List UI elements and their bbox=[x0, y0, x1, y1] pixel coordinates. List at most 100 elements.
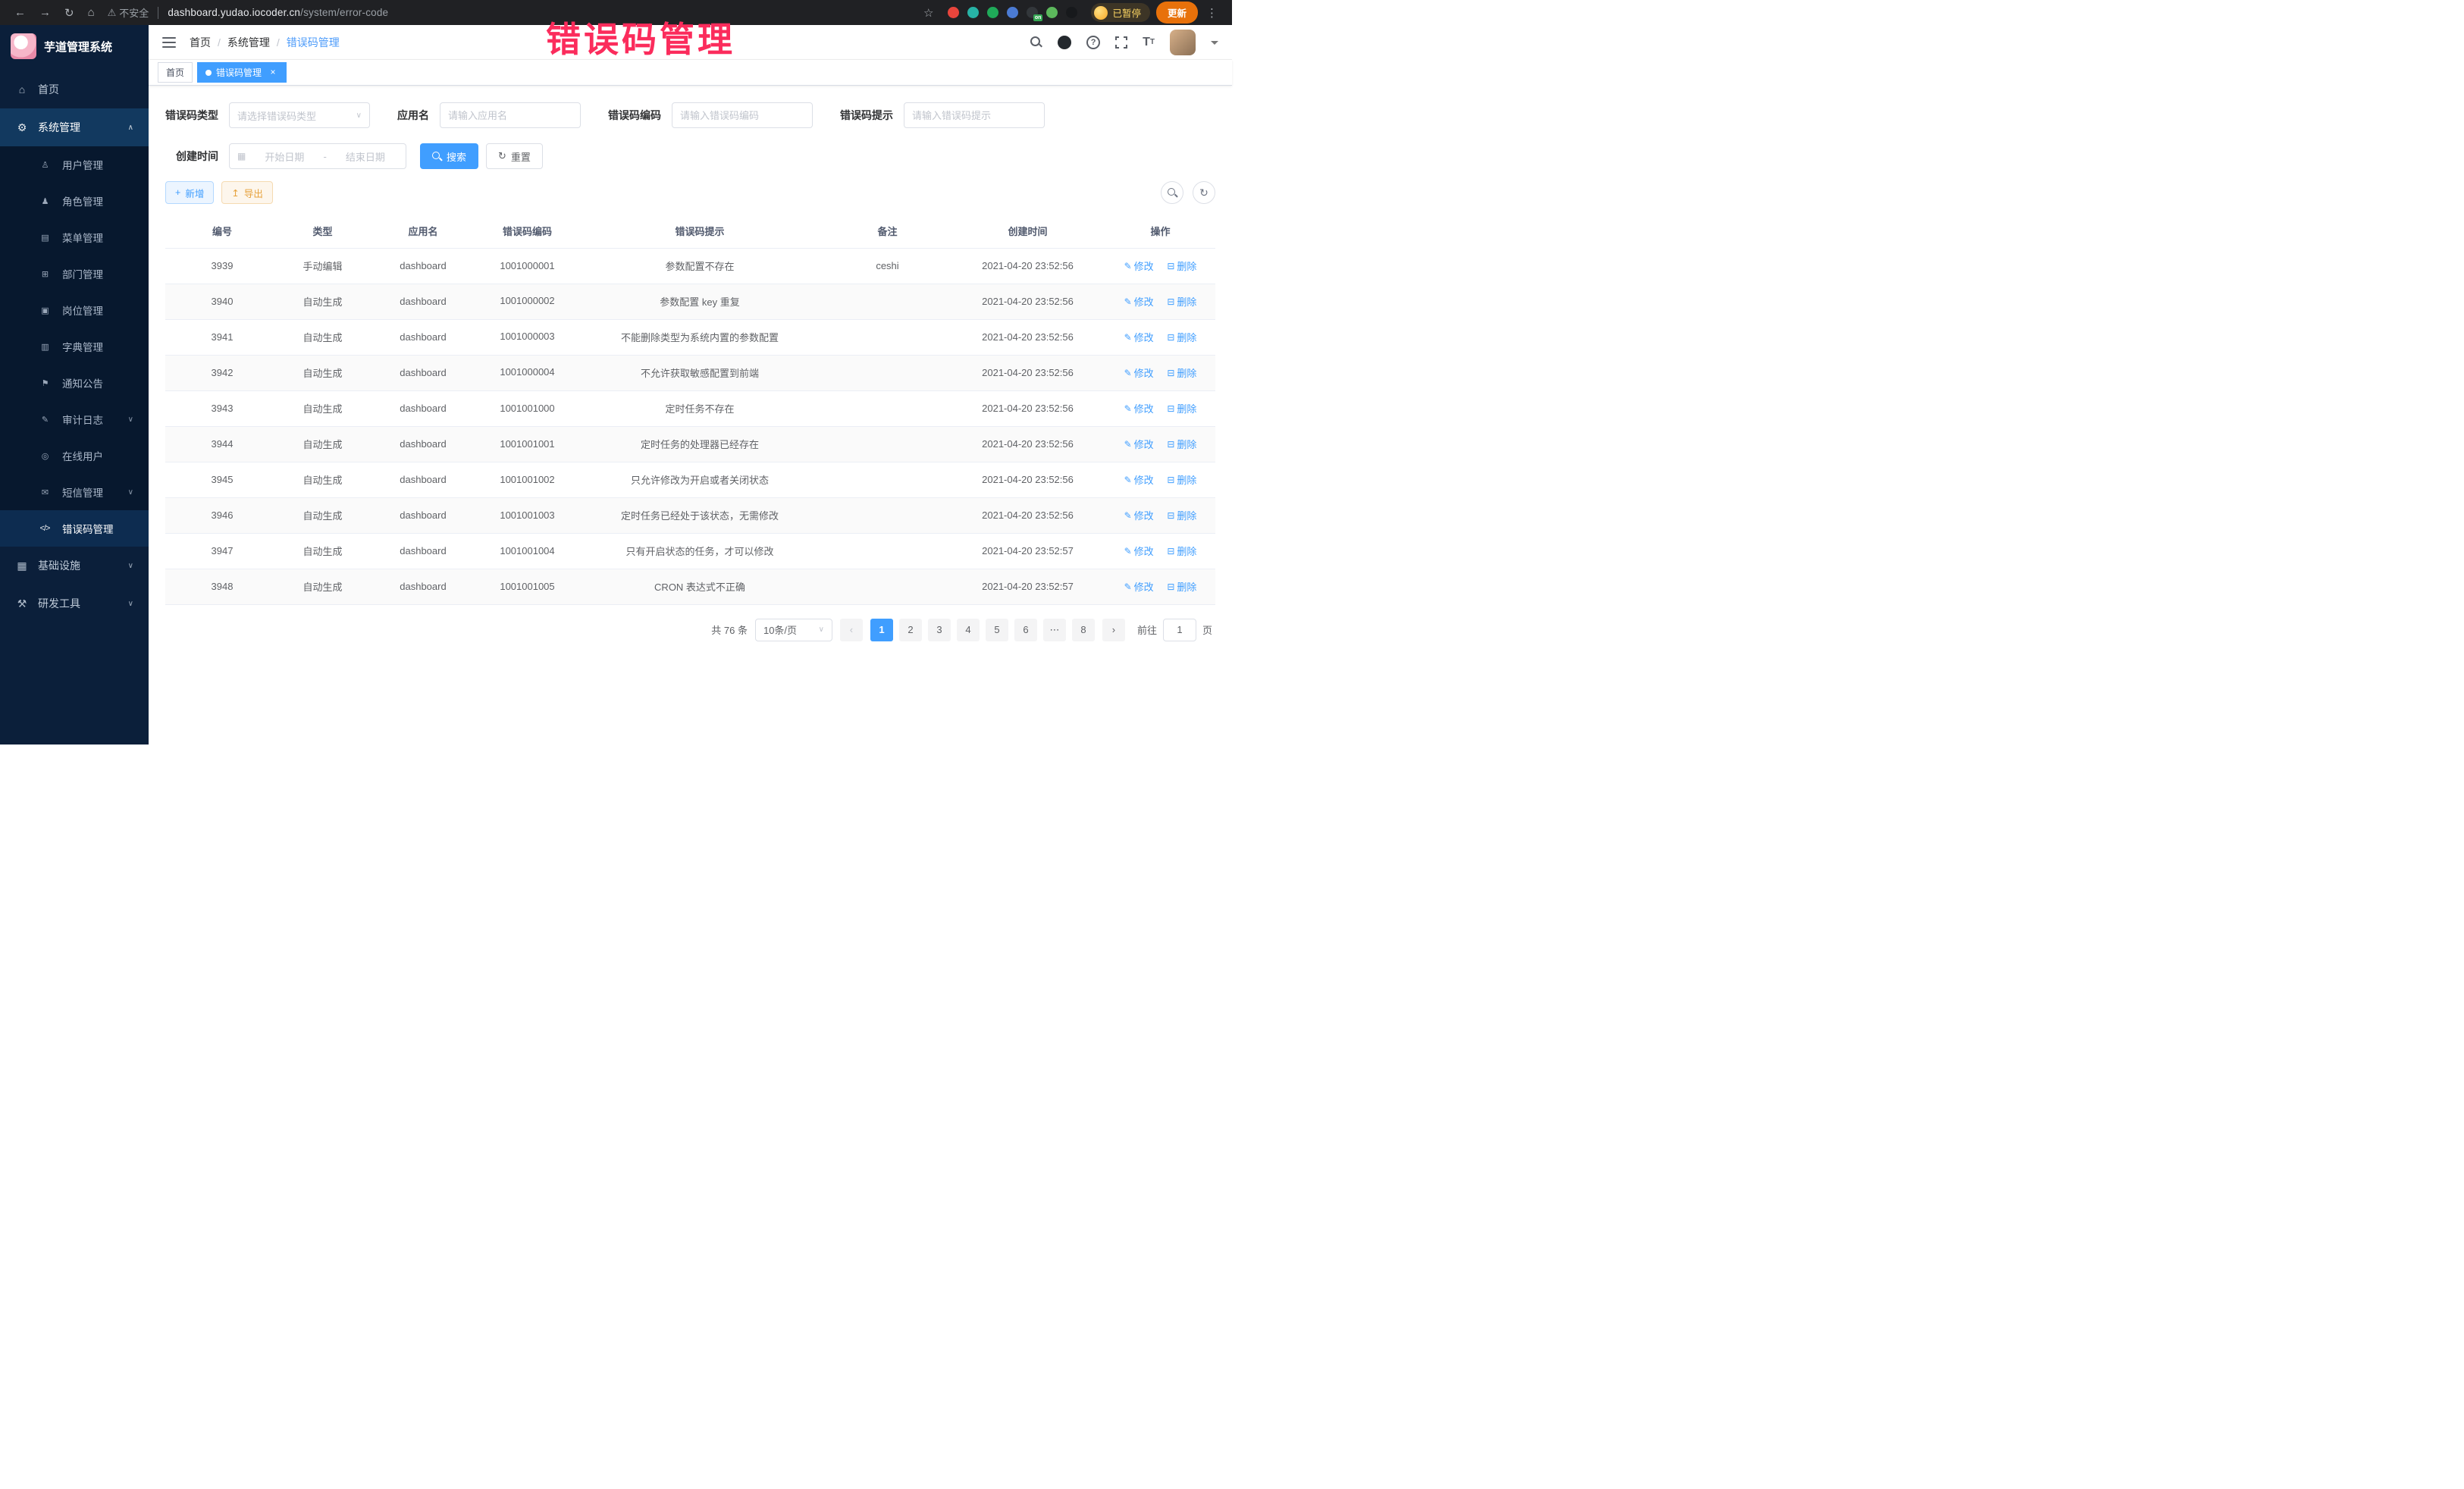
sidebar-item-error-code-management[interactable]: </> 错误码管理 bbox=[0, 510, 149, 547]
extension-leaf-icon[interactable] bbox=[1046, 7, 1058, 18]
cell-app: dashboard bbox=[366, 319, 480, 355]
page-button[interactable]: 5 bbox=[986, 619, 1008, 641]
edit-link[interactable]: ✎修改 bbox=[1124, 401, 1154, 415]
edit-link[interactable]: ✎修改 bbox=[1124, 294, 1154, 309]
refresh-table-button[interactable]: ↻ bbox=[1193, 181, 1215, 204]
fullscreen-icon[interactable] bbox=[1115, 36, 1127, 49]
notice-icon: ⚑ bbox=[35, 378, 55, 388]
forward-icon[interactable]: → bbox=[33, 6, 58, 19]
tab-0[interactable]: 首页 bbox=[158, 62, 193, 83]
date-range-picker[interactable]: ▦ 开始日期 - 结束日期 bbox=[229, 143, 406, 169]
search-icon[interactable] bbox=[1030, 36, 1042, 49]
sidebar-item-dev-tools[interactable]: ⚒ 研发工具 ∨ bbox=[0, 585, 149, 622]
delete-link[interactable]: ⊟删除 bbox=[1167, 330, 1196, 344]
edit-link[interactable]: ✎修改 bbox=[1124, 472, 1154, 487]
delete-link[interactable]: ⊟删除 bbox=[1167, 437, 1196, 451]
cell-remark bbox=[825, 355, 950, 390]
github-icon[interactable] bbox=[1058, 36, 1071, 49]
cell-remark bbox=[825, 390, 950, 426]
page-button[interactable]: 2 bbox=[899, 619, 922, 641]
delete-link[interactable]: ⊟删除 bbox=[1167, 294, 1196, 309]
browser-menu-icon[interactable]: ⋮ bbox=[1199, 6, 1224, 20]
cell-message: 参数配置 key 重复 bbox=[575, 284, 825, 319]
delete-link[interactable]: ⊟删除 bbox=[1167, 365, 1196, 380]
reload-icon[interactable]: ↻ bbox=[58, 6, 81, 20]
cell-created: 2021-04-20 23:52:57 bbox=[950, 533, 1105, 569]
edit-link[interactable]: ✎修改 bbox=[1124, 508, 1154, 522]
extension-blue-grid-icon[interactable] bbox=[1007, 7, 1018, 18]
page-ellipsis[interactable]: ⋯ bbox=[1043, 619, 1066, 641]
error-code-input[interactable] bbox=[672, 103, 812, 127]
delete-link[interactable]: ⊟删除 bbox=[1167, 401, 1196, 415]
url-bar[interactable]: dashboard.yudao.iocoder.cn/system/error-… bbox=[168, 7, 388, 18]
goto-page-input[interactable] bbox=[1163, 619, 1196, 641]
app-name-input[interactable] bbox=[440, 103, 580, 127]
breadcrumb-home[interactable]: 首页 bbox=[190, 35, 211, 50]
page-button[interactable]: 6 bbox=[1014, 619, 1037, 641]
sidebar-item-home[interactable]: ⌂ 首页 bbox=[0, 71, 149, 108]
reset-button[interactable]: ↻ 重置 bbox=[486, 143, 543, 169]
next-page-button[interactable]: › bbox=[1102, 619, 1125, 641]
page-button[interactable]: 8 bbox=[1072, 619, 1095, 641]
edit-link[interactable]: ✎修改 bbox=[1124, 579, 1154, 594]
prev-page-button[interactable]: ‹ bbox=[840, 619, 863, 641]
edit-link[interactable]: ✎修改 bbox=[1124, 259, 1154, 273]
sidebar-item-department-management[interactable]: ⊞ 部门管理 bbox=[0, 255, 149, 292]
back-icon[interactable]: ← bbox=[8, 6, 33, 19]
edit-icon: ✎ bbox=[1124, 581, 1132, 592]
sidebar-item-post-management[interactable]: ▣ 岗位管理 bbox=[0, 292, 149, 328]
sidebar-item-role-management[interactable]: ♟ 角色管理 bbox=[0, 183, 149, 219]
tab-close-icon[interactable]: × bbox=[268, 67, 278, 78]
extension-teal-icon[interactable] bbox=[967, 7, 979, 18]
browser-update-button[interactable]: 更新 bbox=[1156, 2, 1198, 24]
extension-red-icon[interactable] bbox=[948, 7, 959, 18]
breadcrumb-system[interactable]: 系统管理 bbox=[227, 35, 270, 50]
sidebar-item-menu-management[interactable]: ▤ 菜单管理 bbox=[0, 219, 149, 255]
delete-link[interactable]: ⊟删除 bbox=[1167, 472, 1196, 487]
sidebar-item-sms-management[interactable]: ✉ 短信管理 ∨ bbox=[0, 474, 149, 510]
delete-link[interactable]: ⊟删除 bbox=[1167, 508, 1196, 522]
extension-dark-on-icon[interactable]: on bbox=[1027, 7, 1038, 18]
export-button[interactable]: ↥ 导出 bbox=[221, 181, 273, 204]
extension-green-check-icon[interactable] bbox=[987, 7, 998, 18]
sidebar-item-dict-management[interactable]: ▥ 字典管理 bbox=[0, 328, 149, 365]
cell-id: 3940 bbox=[165, 284, 279, 319]
add-button[interactable]: + 新增 bbox=[165, 181, 214, 204]
delete-link[interactable]: ⊟删除 bbox=[1167, 259, 1196, 273]
sidebar-item-infrastructure[interactable]: ▦ 基础设施 ∨ bbox=[0, 547, 149, 585]
tab-1-active[interactable]: 错误码管理 × bbox=[197, 62, 287, 83]
profile-paused-badge[interactable]: 已暂停 bbox=[1091, 3, 1150, 22]
sidebar-item-online-users[interactable]: ◎ 在线用户 bbox=[0, 437, 149, 474]
sidebar-item-system-management[interactable]: ⚙ 系统管理 ∧ bbox=[0, 108, 149, 146]
cell-id: 3943 bbox=[165, 390, 279, 426]
help-icon[interactable]: ? bbox=[1086, 36, 1100, 49]
page-button[interactable]: 3 bbox=[928, 619, 951, 641]
user-avatar[interactable] bbox=[1170, 30, 1196, 55]
font-size-icon[interactable]: TT bbox=[1143, 36, 1155, 49]
page-button[interactable]: 4 bbox=[957, 619, 980, 641]
page-button-active[interactable]: 1 bbox=[870, 619, 893, 641]
sidebar-item-user-management[interactable]: ♙ 用户管理 bbox=[0, 146, 149, 183]
edit-link[interactable]: ✎修改 bbox=[1124, 365, 1154, 380]
edit-link[interactable]: ✎修改 bbox=[1124, 330, 1154, 344]
show-search-toggle-button[interactable] bbox=[1161, 181, 1183, 204]
edit-link[interactable]: ✎修改 bbox=[1124, 544, 1154, 558]
edit-link[interactable]: ✎修改 bbox=[1124, 437, 1154, 451]
sidebar-item-notice-announcement[interactable]: ⚑ 通知公告 bbox=[0, 365, 149, 401]
cell-created: 2021-04-20 23:52:56 bbox=[950, 284, 1105, 319]
error-type-select[interactable]: 请选择错误码类型 ∨ bbox=[229, 102, 370, 128]
site-security[interactable]: ⚠ 不安全 bbox=[108, 5, 149, 20]
delete-link[interactable]: ⊟删除 bbox=[1167, 579, 1196, 594]
caret-down-icon[interactable] bbox=[1211, 41, 1218, 49]
sidebar-toggle-icon[interactable] bbox=[162, 37, 176, 48]
cell-code: 1001001004 bbox=[480, 533, 575, 569]
app-logo[interactable]: 芋道管理系统 bbox=[0, 25, 149, 67]
delete-link[interactable]: ⊟删除 bbox=[1167, 544, 1196, 558]
error-hint-input[interactable] bbox=[904, 103, 1044, 127]
sidebar-item-audit-log[interactable]: ✎ 审计日志 ∨ bbox=[0, 401, 149, 437]
page-size-select[interactable]: 10条/页 ∨ bbox=[755, 619, 832, 641]
bookmark-star-icon[interactable]: ☆ bbox=[917, 6, 940, 20]
search-button[interactable]: 搜索 bbox=[420, 143, 478, 169]
home-icon[interactable]: ⌂ bbox=[81, 6, 102, 19]
extension-pinwheel-icon[interactable] bbox=[1066, 7, 1077, 18]
